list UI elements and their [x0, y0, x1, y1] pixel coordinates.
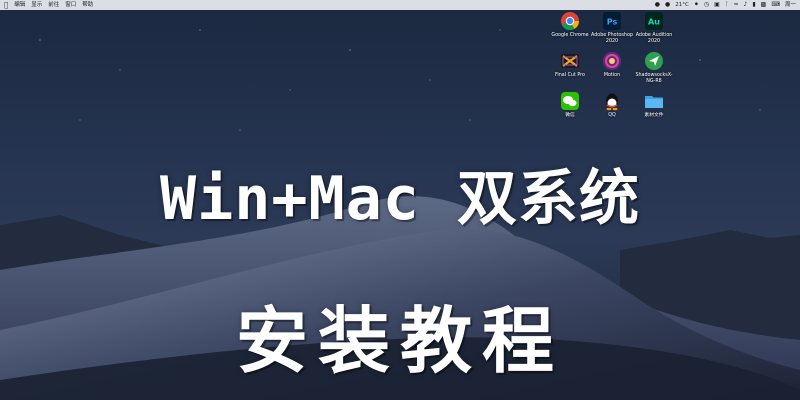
wechat-icon [561, 92, 579, 110]
desktop-item-final-cut-pro[interactable]: Final Cut Pro [548, 51, 592, 79]
weather-temperature[interactable]: 21°C [675, 0, 689, 10]
motion-icon [603, 52, 621, 70]
audition-icon: Au [645, 12, 663, 30]
desktop-item-label: QQ [608, 113, 616, 118]
menu-item-view[interactable]: 显示 [31, 0, 42, 10]
desktop-item-label: Motion [603, 73, 621, 78]
desktop-item-folder[interactable]: 素材文件 [632, 91, 676, 119]
photoshop-icon: Ps [603, 12, 621, 30]
desktop-item-wechat[interactable]: 微信 [548, 91, 592, 119]
desktop-item-label: 微信 [565, 113, 575, 118]
desktop-item-label: Google Chrome [551, 33, 589, 38]
desktop-item-label: Final Cut Pro [555, 73, 585, 78]
desktop-item-label: 素材文件 [644, 113, 664, 118]
chrome-icon [561, 12, 579, 31]
desktop-item-photoshop[interactable]: Ps Adobe Photoshop 2020 [590, 11, 634, 45]
desktop-item-shadowsocks[interactable]: ShadowsocksX-NG-R8 [632, 51, 676, 85]
apple-menu-icon[interactable]:  [4, 0, 8, 10]
wechat-status-icon[interactable]: ● [655, 0, 660, 10]
menu-item-edit[interactable]: 编辑 [14, 0, 25, 10]
desktop-item-label: Adobe Photoshop 2020 [591, 33, 633, 44]
svg-text:Ps: Ps [607, 18, 618, 27]
menu-item-go[interactable]: 前往 [48, 0, 59, 10]
shadowsocks-icon [645, 52, 663, 70]
menu-bar:  编辑 显示 前往 窗口 帮助 ● ● 21°C ⚫ ◷ ▣ ᛚ ≈ ♪ ▮ … [0, 0, 800, 10]
wifi-icon[interactable]: ≈ [733, 0, 738, 10]
keyboard-icon[interactable]: ⌨ [771, 0, 780, 10]
bluetooth-icon[interactable]: ᛚ [725, 0, 729, 10]
volume-icon[interactable]: ♪ [743, 0, 747, 10]
menu-item-help[interactable]: 帮助 [82, 0, 93, 10]
time-machine-icon[interactable]: ◷ [704, 0, 709, 10]
input-source-icon[interactable]: ▩ [761, 0, 767, 10]
folder-icon [645, 96, 663, 108]
desktop-item-label: ShadowsocksX-NG-R8 [635, 73, 673, 84]
headline-line-2: 安装教程 [235, 299, 564, 383]
desktop-item-chrome[interactable]: Google Chrome [548, 11, 592, 39]
svg-text:Au: Au [648, 18, 660, 27]
desktop-item-label: Adobe Audition 2020 [635, 33, 673, 44]
final-cut-pro-icon [561, 54, 579, 68]
battery-icon[interactable]: ▮ [752, 0, 755, 10]
desktop-item-motion[interactable]: Motion [590, 51, 634, 79]
desktop-item-audition[interactable]: Au Adobe Audition 2020 [632, 11, 676, 45]
menu-item-window[interactable]: 窗口 [65, 0, 76, 10]
qq-status-icon[interactable]: ● [665, 0, 670, 10]
menubar-clock[interactable]: 周一 [785, 0, 796, 10]
headline-line-1: Win+Mac 双系统 [160, 164, 640, 234]
desktop-item-qq[interactable]: QQ [590, 91, 634, 119]
qq-icon [606, 93, 618, 111]
spotlight-status-icon[interactable]: ⚫ [694, 0, 699, 10]
cast-icon[interactable]: ▣ [714, 0, 720, 10]
